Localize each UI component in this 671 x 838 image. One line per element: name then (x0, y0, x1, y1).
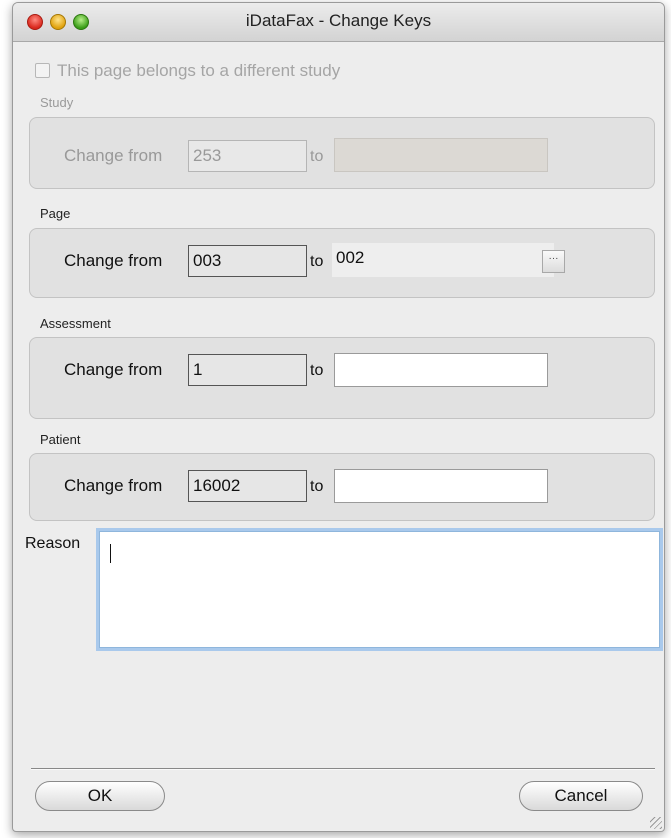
study-to-input (334, 138, 548, 172)
reason-label: Reason (25, 535, 81, 552)
button-divider (31, 768, 655, 770)
cancel-button[interactable]: Cancel (519, 781, 643, 811)
page-change-from-label: Change from (64, 251, 163, 270)
study-group: Change from 253 to (29, 117, 655, 189)
reason-textarea[interactable] (99, 531, 660, 648)
assessment-change-from-label: Change from (64, 360, 163, 379)
assessment-to-label: to (310, 362, 324, 379)
page-to-input[interactable]: 002 (332, 243, 554, 277)
patient-to-label: to (310, 478, 324, 495)
page-group-label: Page (40, 206, 71, 221)
study-group-label: Study (40, 95, 74, 110)
patient-to-input[interactable] (334, 469, 548, 503)
assessment-group-label: Assessment (40, 316, 111, 331)
different-study-label: This page belongs to a different study (57, 61, 341, 80)
assessment-from-field: 1 (188, 354, 307, 386)
page-from-field: 003 (188, 245, 307, 277)
ok-button[interactable]: OK (35, 781, 165, 811)
text-caret (110, 544, 111, 563)
different-study-checkbox[interactable] (35, 63, 50, 78)
title-bar: iDataFax - Change Keys (13, 3, 664, 42)
change-keys-dialog: iDataFax - Change Keys This page belongs… (12, 2, 665, 832)
assessment-group: Change from 1 to (29, 337, 655, 419)
window-title: iDataFax - Change Keys (245, 11, 432, 30)
patient-change-from-label: Change from (64, 476, 163, 495)
page-lookup-button[interactable]: ··· (542, 250, 565, 273)
patient-from-field: 16002 (188, 470, 307, 502)
page-to-label: to (310, 253, 324, 270)
study-to-label: to (310, 148, 324, 165)
resize-grip-icon[interactable] (650, 817, 662, 829)
patient-group: Change from 16002 to (29, 453, 655, 521)
study-from-field: 253 (188, 140, 307, 172)
assessment-to-input[interactable] (334, 353, 548, 387)
patient-group-label: Patient (40, 432, 81, 447)
study-change-from-label: Change from (64, 146, 163, 165)
